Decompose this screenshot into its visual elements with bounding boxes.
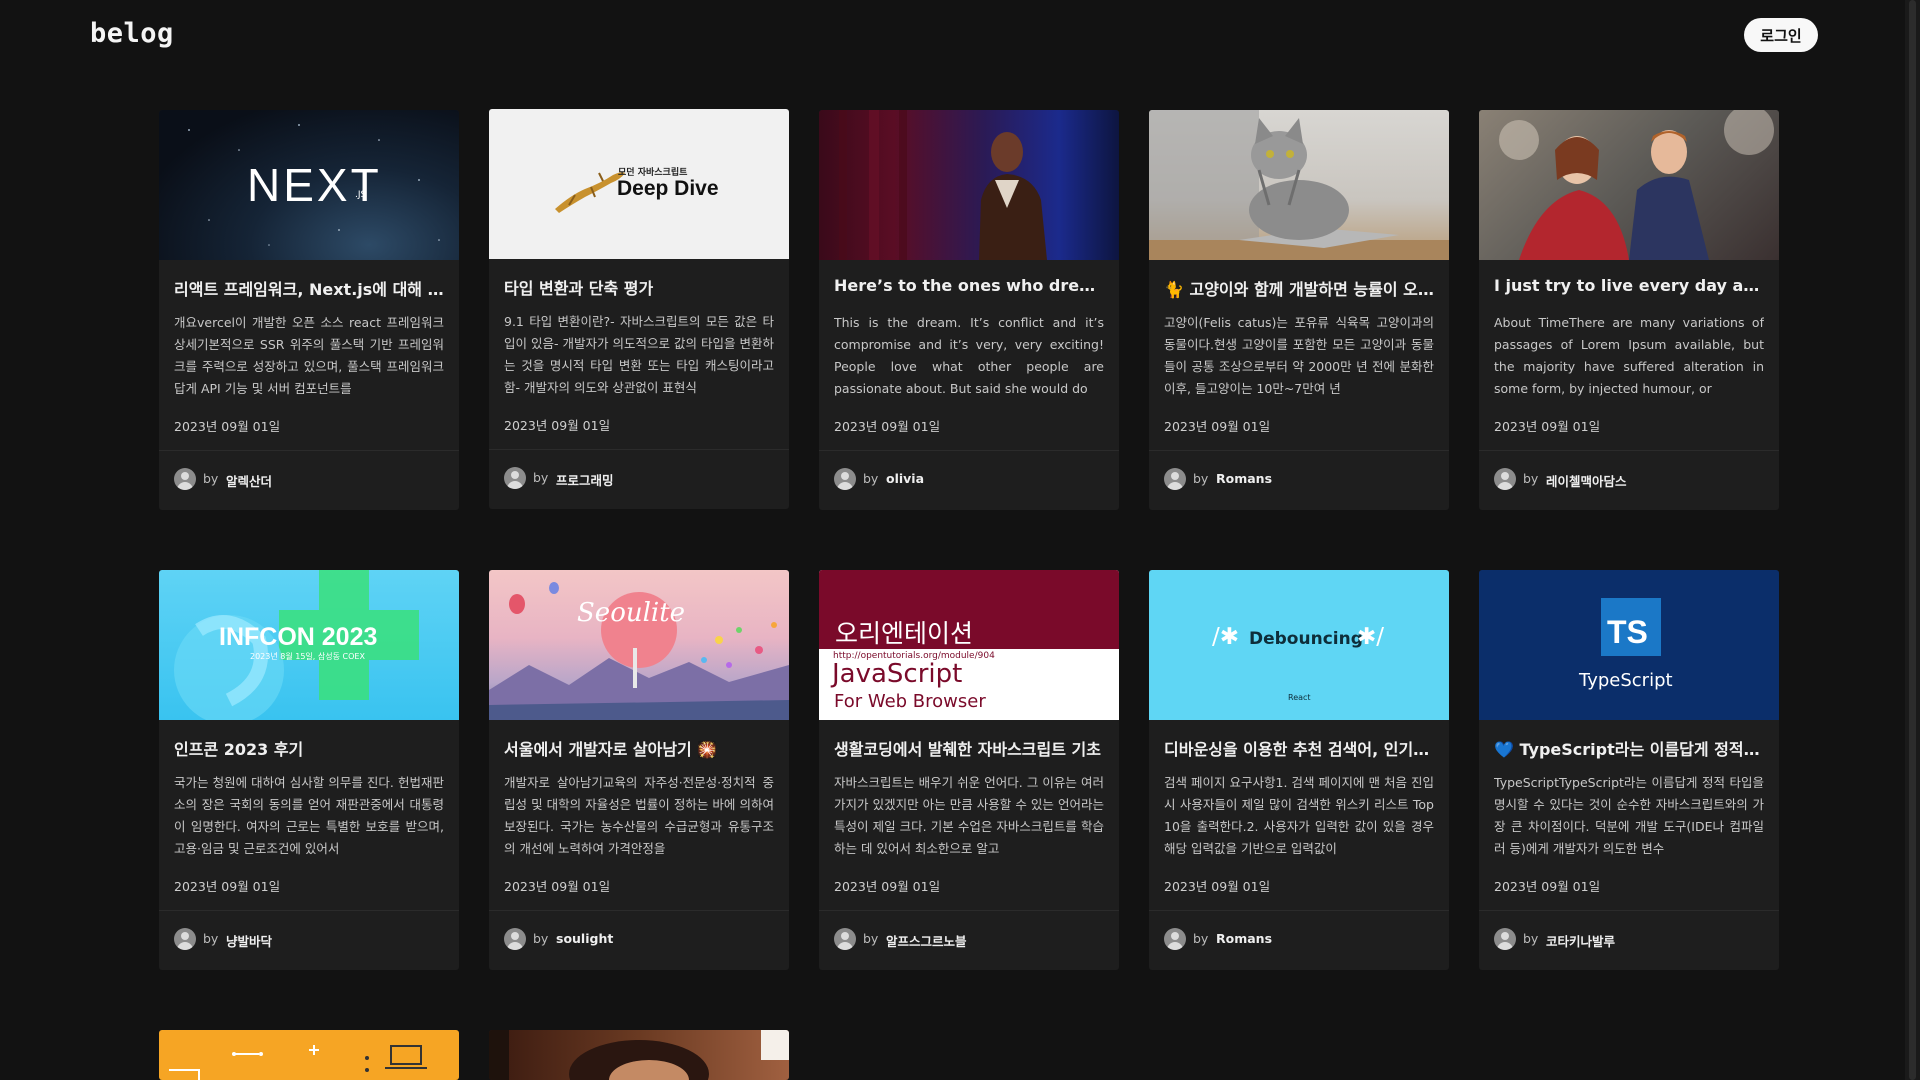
post-title[interactable]: Here’s to the ones who dream, foolish as… xyxy=(834,276,1104,295)
avatar-icon xyxy=(504,467,526,489)
post-card[interactable]: Seoulite 서울에서 개발자로 살아남기 🎇 개발자로 살아남기교육의 자… xyxy=(489,570,789,970)
post-footer: by olivia xyxy=(819,450,1119,510)
post-description: 9.1 타입 변환이란?- 자바스크립트의 모든 값은 타입이 있음- 개발자가… xyxy=(504,314,774,395)
post-author[interactable]: Romans xyxy=(1216,931,1272,946)
post-author[interactable]: 알프스그르노블 xyxy=(886,931,967,950)
post-author[interactable]: 프로그래밍 xyxy=(556,470,614,489)
post-description: About TimeThere are many variations of p… xyxy=(1494,315,1764,396)
top-header: belog 로그인 xyxy=(0,0,1920,70)
post-date: 2023년 09월 01일 xyxy=(1164,879,1271,894)
post-author[interactable]: Romans xyxy=(1216,471,1272,486)
avatar-icon xyxy=(1164,468,1186,490)
post-footer: by 레이첼맥아담스 xyxy=(1479,450,1779,510)
post-footer: by Romans xyxy=(1149,450,1449,510)
post-card[interactable]: 오리엔테이션 http://opentutorials.org/module/9… xyxy=(819,570,1119,970)
post-description: TypeScriptTypeScript라는 이름답게 정적 타입을 명시할 수… xyxy=(1494,775,1764,856)
comment-close-symbol: ✱/ xyxy=(1357,624,1385,650)
post-title[interactable]: 💙 TypeScript라는 이름답게 정적 타입을 명시 xyxy=(1494,736,1764,760)
post-date: 2023년 09월 01일 xyxy=(504,879,611,894)
post-description: 개발자로 살아남기교육의 자주성·전문성·정치적 중립성 및 대학의 자율성은 … xyxy=(504,775,774,856)
avatar-icon xyxy=(174,468,196,490)
post-thumbnail: TS TypeScript xyxy=(1479,570,1779,720)
page-scrollbar[interactable] xyxy=(1905,0,1920,1080)
avatar-icon xyxy=(1494,928,1516,950)
post-date: 2023년 09월 01일 xyxy=(174,419,281,434)
post-card[interactable]: 🐈 고양이와 함께 개발하면 능률이 오를까 고양이(Felis catus)는… xyxy=(1149,110,1449,510)
post-card[interactable]: TS TypeScript 💙 TypeScript라는 이름답게 정적 타입을… xyxy=(1479,570,1779,970)
post-thumbnail xyxy=(819,110,1119,260)
post-card[interactable]: 모던 자바스크립트 Deep Dive 타입 변환과 단축 평가 9.1 타입 … xyxy=(489,109,789,509)
post-footer: by 알프스그르노블 xyxy=(819,910,1119,970)
post-footer: by 코타키나발루 xyxy=(1479,910,1779,970)
post-thumbnail xyxy=(159,1030,459,1080)
post-footer: by 냥발바닥 xyxy=(159,910,459,970)
person-photo xyxy=(489,1030,789,1080)
post-date: 2023년 09월 01일 xyxy=(1494,419,1601,434)
post-card[interactable]: INFCON 2023 2023년 8월 15일, 삼성동 COEX 인프콘 2… xyxy=(159,570,459,970)
post-author[interactable]: soulight xyxy=(556,931,613,946)
dev-illustration xyxy=(169,1045,427,1080)
scrollbar-thumb[interactable] xyxy=(1909,0,1916,1080)
post-author[interactable]: 코타키나발루 xyxy=(1546,931,1615,950)
post-thumbnail xyxy=(1149,110,1449,260)
post-thumbnail: 오리엔테이션 http://opentutorials.org/module/9… xyxy=(819,570,1119,720)
post-title[interactable]: 🐈 고양이와 함께 개발하면 능률이 오를까 xyxy=(1164,276,1434,300)
post-thumbnail xyxy=(1479,110,1779,260)
post-description: 개요vercel이 개발한 오픈 소스 react 프레임워크 상세기본적으로 … xyxy=(174,315,444,396)
post-author[interactable]: 냥발바닥 xyxy=(226,931,272,950)
avatar-icon xyxy=(834,468,856,490)
post-title[interactable]: 인프콘 2023 후기 xyxy=(174,736,444,760)
post-description: 검색 페이지 요구사항1. 검색 페이지에 맨 처음 진입 시 사용자들이 제일… xyxy=(1164,775,1434,856)
post-title[interactable]: I just try to live every day as if I've … xyxy=(1494,276,1764,295)
post-footer: by 알렉산더 xyxy=(159,450,459,510)
post-date: 2023년 09월 01일 xyxy=(834,879,941,894)
seoul-illustration xyxy=(489,582,789,720)
post-author[interactable]: 레이첼맥아담스 xyxy=(1546,471,1627,490)
post-thumbnail: INFCON 2023 2023년 8월 15일, 삼성동 COEX xyxy=(159,570,459,720)
post-title[interactable]: 서울에서 개발자로 살아남기 🎇 xyxy=(504,736,774,760)
post-author[interactable]: 알렉산더 xyxy=(226,471,272,490)
avatar-icon xyxy=(504,928,526,950)
post-footer: by soulight xyxy=(489,910,789,970)
post-thumbnail: NEXT .JS xyxy=(159,110,459,260)
avatar-icon xyxy=(1164,928,1186,950)
man-silhouette xyxy=(839,110,1047,260)
post-date: 2023년 09월 01일 xyxy=(1494,879,1601,894)
avatar-icon xyxy=(1494,468,1516,490)
post-author[interactable]: olivia xyxy=(886,471,924,486)
post-card[interactable]: NEXT .JS 리액트 프레임워크, Next.js에 대해 알아보자 개요v… xyxy=(159,110,459,510)
post-card[interactable]: I just try to live every day as if I've … xyxy=(1479,110,1779,510)
post-description: 국가는 청원에 대하여 심사할 의무를 진다. 헌법재판소의 장은 국회의 동의… xyxy=(174,775,444,856)
post-footer: by Romans xyxy=(1149,910,1449,970)
site-logo[interactable]: belog xyxy=(90,18,174,49)
post-description: This is the dream. It’s conflict and it’… xyxy=(834,315,1104,396)
post-date: 2023년 09월 01일 xyxy=(834,419,941,434)
post-date: 2023년 09월 01일 xyxy=(174,879,281,894)
post-thumbnail: Seoulite xyxy=(489,570,789,720)
post-card[interactable]: /✱ Debouncing ✱/ React 디바운싱을 이용한 추천 검색어,… xyxy=(1149,570,1449,970)
post-date: 2023년 09월 01일 xyxy=(1164,419,1271,434)
login-button[interactable]: 로그인 xyxy=(1744,18,1818,52)
avatar-icon xyxy=(174,928,196,950)
post-title[interactable]: 디바운싱을 이용한 추천 검색어, 인기 검색어 xyxy=(1164,736,1434,760)
post-title[interactable]: 생활코딩에서 발췌한 자바스크립트 기초 xyxy=(834,736,1104,760)
post-title[interactable]: 리액트 프레임워크, Next.js에 대해 알아보자 xyxy=(174,276,444,300)
post-description: 자바스크립트는 배우기 쉬운 언어다. 그 이유는 여러 가지가 있겠지만 아는… xyxy=(834,775,1104,856)
post-thumbnail: 모던 자바스크립트 Deep Dive xyxy=(489,109,789,259)
post-thumbnail: /✱ Debouncing ✱/ React xyxy=(1149,570,1449,720)
couple-image xyxy=(1499,110,1774,260)
post-card[interactable] xyxy=(159,1030,459,1080)
cat-image xyxy=(1149,110,1449,260)
post-card[interactable] xyxy=(489,1030,789,1080)
nextjs-logo: NEXT xyxy=(247,159,382,211)
avatar-icon xyxy=(834,928,856,950)
post-thumbnail xyxy=(489,1030,789,1080)
post-card[interactable]: Here’s to the ones who dream, foolish as… xyxy=(819,110,1119,510)
comment-open-symbol: /✱ xyxy=(1212,624,1240,650)
post-date: 2023년 09월 01일 xyxy=(504,418,611,433)
post-footer: by 프로그래밍 xyxy=(489,449,789,509)
post-title[interactable]: 타입 변환과 단축 평가 xyxy=(504,275,774,299)
post-description: 고양이(Felis catus)는 포유류 식육목 고양이과의 동물이다.현생 … xyxy=(1164,315,1434,396)
